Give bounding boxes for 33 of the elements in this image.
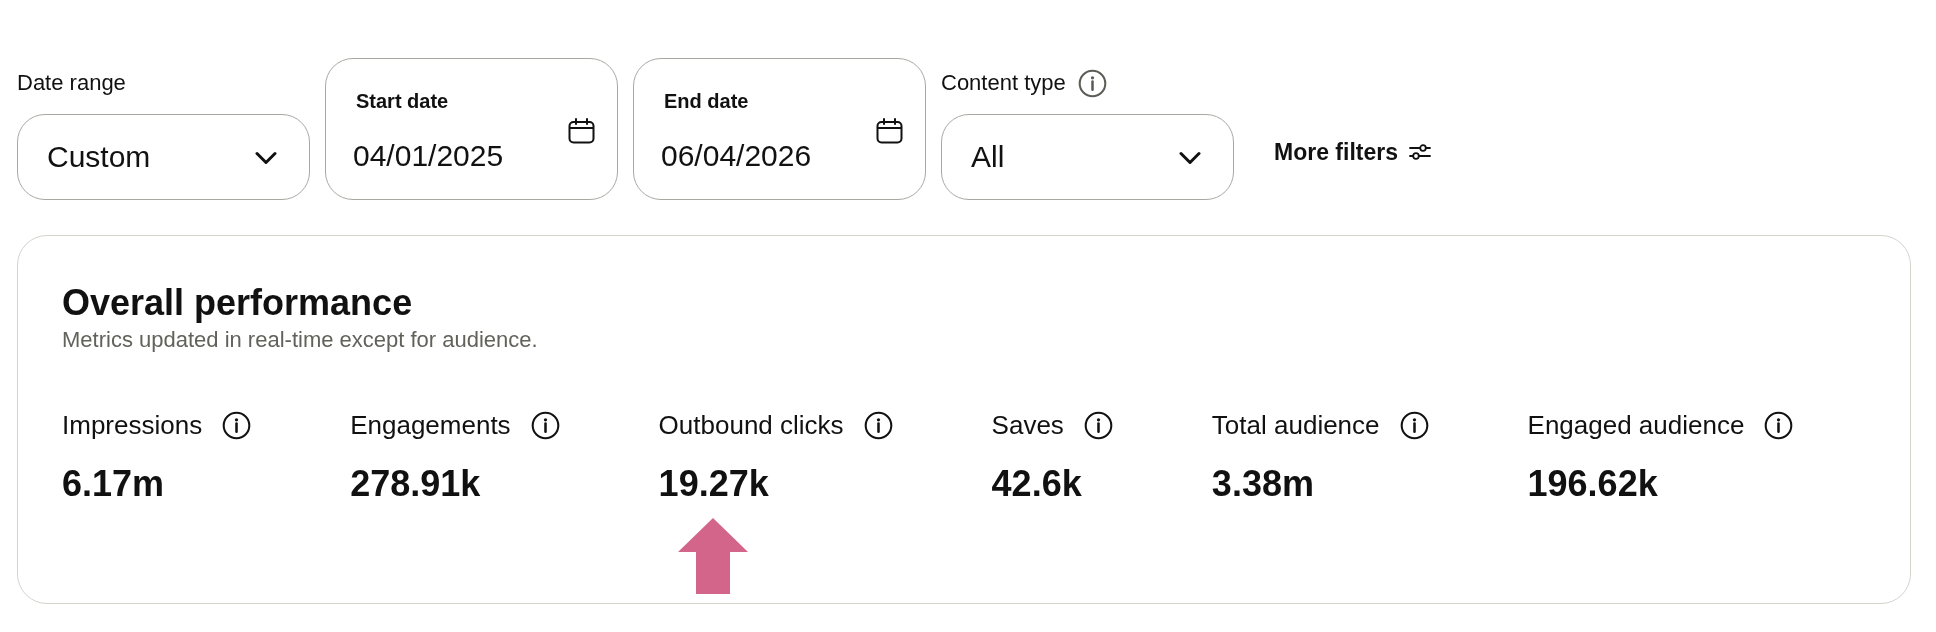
calendar-icon[interactable] xyxy=(876,118,903,144)
info-icon[interactable] xyxy=(863,411,893,440)
metric-value: 278.91k xyxy=(350,463,482,504)
info-icon[interactable] xyxy=(1077,68,1107,98)
date-field[interactable]: End date 06/04/2026 xyxy=(633,58,926,200)
section-subtitle: Metrics updated in real-time except for audience. xyxy=(62,327,539,353)
field-label: Date range xyxy=(17,70,126,96)
dropdown[interactable]: All xyxy=(941,114,1234,200)
metric-label: Total audience xyxy=(1211,410,1380,441)
filters-button[interactable]: More filters xyxy=(1262,132,1443,172)
chevron-down-icon xyxy=(1179,151,1201,165)
info-icon[interactable] xyxy=(1764,411,1794,440)
info-icon[interactable] xyxy=(1399,411,1429,440)
info-icon[interactable] xyxy=(530,411,560,440)
metric-label: Saves xyxy=(991,410,1064,441)
info-icon[interactable] xyxy=(1083,411,1113,440)
metric-label: Engaged audience xyxy=(1527,410,1745,441)
metric-value: 3.38m xyxy=(1211,463,1315,504)
metric-value: 42.6k xyxy=(991,463,1083,504)
metric-label: Engagements xyxy=(350,410,511,441)
metric-label: Impressions xyxy=(62,410,203,441)
dropdown[interactable]: Custom xyxy=(17,114,310,200)
date-field[interactable]: Start date 04/01/2025 xyxy=(325,58,618,200)
info-icon[interactable] xyxy=(222,411,252,440)
metric-value: 196.62k xyxy=(1527,463,1659,504)
calendar-icon[interactable] xyxy=(568,118,595,144)
metric-value: 19.27k xyxy=(658,463,770,504)
field-label: Content type xyxy=(941,70,1066,96)
metric-label: Outbound clicks xyxy=(658,410,844,441)
metric-value: 6.17m xyxy=(62,463,166,504)
chevron-down-icon xyxy=(255,151,277,165)
sliders-icon xyxy=(1409,144,1431,160)
section-title: Overall performance xyxy=(62,282,414,323)
